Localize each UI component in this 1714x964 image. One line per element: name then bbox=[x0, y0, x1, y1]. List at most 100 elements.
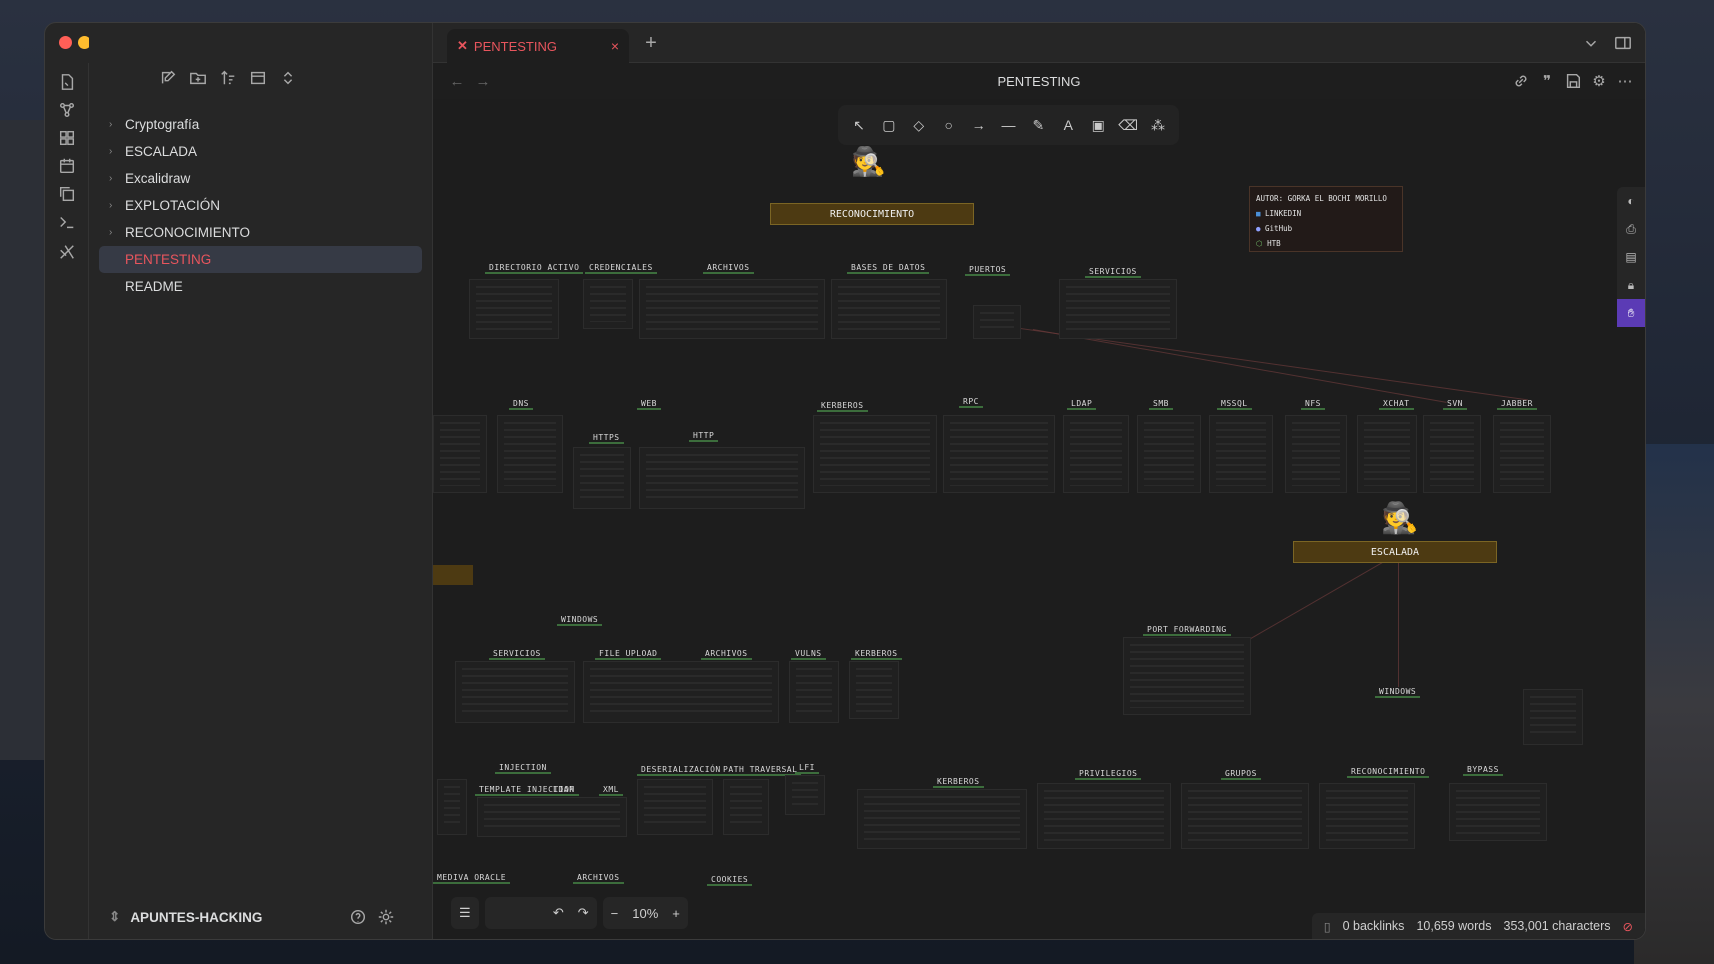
settings-gear-icon[interactable] bbox=[373, 904, 399, 930]
rectangle-tool-icon[interactable]: ▢ bbox=[877, 117, 901, 134]
copy-icon[interactable] bbox=[53, 181, 81, 207]
note-card[interactable] bbox=[1059, 279, 1177, 339]
note-card[interactable] bbox=[785, 775, 825, 815]
note-card[interactable] bbox=[497, 415, 563, 493]
forward-arrow-icon[interactable]: → bbox=[471, 69, 495, 93]
note-card[interactable] bbox=[1285, 415, 1347, 493]
zoom-in-icon[interactable]: + bbox=[672, 906, 680, 921]
diamond-tool-icon[interactable]: ◇ bbox=[907, 117, 931, 134]
note-card[interactable] bbox=[943, 415, 1055, 493]
save-icon[interactable] bbox=[1561, 69, 1585, 93]
note-card[interactable] bbox=[477, 797, 627, 837]
note-card[interactable] bbox=[1357, 415, 1417, 493]
grid-icon[interactable] bbox=[53, 125, 81, 151]
chevron-down-icon[interactable] bbox=[1579, 31, 1603, 55]
note-card[interactable] bbox=[433, 415, 487, 493]
terminal-icon[interactable] bbox=[53, 209, 81, 235]
note-card[interactable] bbox=[639, 279, 825, 339]
tree-folder-escalada[interactable]: › ESCALADA bbox=[99, 138, 422, 165]
note-card[interactable] bbox=[437, 779, 467, 835]
tree-file-readme[interactable]: README bbox=[99, 273, 422, 300]
zoom-level[interactable]: 10% bbox=[632, 906, 658, 921]
sync-status-icon[interactable]: ⊘ bbox=[1623, 919, 1633, 934]
reconocimiento-banner[interactable]: RECONOCIMIENTO bbox=[770, 203, 974, 225]
theme-icon[interactable]: ◐ bbox=[1617, 187, 1645, 215]
note-card[interactable] bbox=[857, 789, 1027, 849]
note-card[interactable] bbox=[637, 779, 713, 835]
note-card[interactable] bbox=[1523, 689, 1583, 745]
main-menu-button[interactable]: ☰ bbox=[451, 897, 479, 929]
note-card[interactable] bbox=[1449, 783, 1547, 841]
lock-icon[interactable]: 🔒︎ bbox=[1617, 271, 1645, 299]
redo-icon[interactable]: ↷ bbox=[578, 905, 589, 921]
sort-icon[interactable] bbox=[215, 65, 241, 91]
backlinks-count[interactable]: 0 backlinks bbox=[1343, 919, 1405, 933]
library-tool-icon[interactable]: ⁂ bbox=[1146, 117, 1170, 134]
expand-collapse-icon[interactable] bbox=[275, 65, 301, 91]
quote-icon[interactable]: ❞ bbox=[1535, 69, 1559, 93]
ellipse-tool-icon[interactable]: ○ bbox=[937, 117, 961, 133]
tree-file-pentesting[interactable]: PENTESTING bbox=[99, 246, 422, 273]
note-card[interactable] bbox=[789, 661, 839, 723]
note-card[interactable] bbox=[1137, 415, 1201, 493]
text-tool-icon[interactable]: A bbox=[1056, 117, 1080, 133]
tab-pentesting[interactable]: ✕ PENTESTING × bbox=[447, 29, 629, 63]
note-card[interactable] bbox=[973, 305, 1021, 339]
note-card[interactable] bbox=[469, 279, 559, 339]
collapse-view-icon[interactable] bbox=[245, 65, 271, 91]
tree-folder-excalidraw[interactable]: › Excalidraw bbox=[99, 165, 422, 192]
note-card[interactable] bbox=[573, 447, 631, 509]
help-icon[interactable] bbox=[345, 904, 371, 930]
note-card[interactable] bbox=[583, 661, 779, 723]
pencil-tool-icon[interactable]: ✎ bbox=[1026, 117, 1050, 134]
select-tool-icon[interactable]: ↖ bbox=[847, 117, 871, 134]
note-card[interactable] bbox=[1037, 783, 1171, 849]
excalidraw-icon[interactable] bbox=[53, 239, 81, 265]
arrow-tool-icon[interactable]: → bbox=[967, 117, 991, 133]
note-card[interactable] bbox=[1493, 415, 1551, 493]
note-card[interactable] bbox=[723, 779, 769, 835]
link-icon[interactable] bbox=[1509, 69, 1533, 93]
zoom-out-icon[interactable]: − bbox=[611, 906, 619, 921]
new-note-icon[interactable] bbox=[155, 65, 181, 91]
new-folder-icon[interactable] bbox=[185, 65, 211, 91]
line-tool-icon[interactable]: — bbox=[996, 117, 1020, 133]
close-window-button[interactable] bbox=[59, 36, 72, 49]
excalidraw-canvas[interactable]: ↖ ▢ ◇ ○ → — ✎ A ▣ ⌫ ⁂ 🕵 RECONOCIMIENTO 🕵… bbox=[433, 99, 1645, 939]
note-card[interactable] bbox=[1123, 637, 1251, 715]
calendar-icon[interactable] bbox=[53, 153, 81, 179]
note-card[interactable] bbox=[455, 661, 575, 723]
note-card[interactable] bbox=[583, 279, 633, 329]
note-card[interactable] bbox=[1209, 415, 1273, 493]
note-card[interactable] bbox=[1181, 783, 1309, 849]
new-tab-icon[interactable]: + bbox=[639, 31, 663, 55]
htb-link[interactable]: HTB bbox=[1267, 239, 1281, 248]
note-card[interactable] bbox=[1319, 783, 1415, 849]
export-icon[interactable]: ⎙ bbox=[1617, 215, 1645, 243]
github-link[interactable]: GitHub bbox=[1265, 224, 1292, 233]
linkedin-link[interactable]: LINKEDIN bbox=[1265, 209, 1301, 218]
escalada-banner[interactable]: ESCALADA bbox=[1293, 541, 1497, 563]
file-switch-icon[interactable] bbox=[53, 69, 81, 95]
note-card[interactable] bbox=[831, 279, 947, 339]
undo-icon[interactable]: ↶ bbox=[553, 905, 564, 921]
note-card[interactable] bbox=[1423, 415, 1481, 493]
library-icon[interactable]: ▤ bbox=[1617, 243, 1645, 271]
note-card[interactable] bbox=[813, 415, 937, 493]
tree-folder-reconocimiento[interactable]: › RECONOCIMIENTO bbox=[99, 219, 422, 246]
right-sidebar-toggle-icon[interactable] bbox=[1611, 31, 1635, 55]
graph-view-icon[interactable] bbox=[53, 97, 81, 123]
tree-folder-cryptografia[interactable]: › Cryptografía bbox=[99, 111, 422, 138]
note-card[interactable] bbox=[849, 661, 899, 719]
note-card[interactable] bbox=[1063, 415, 1129, 493]
hand-tool-icon[interactable]: ✋︎ bbox=[1617, 299, 1645, 327]
close-tab-icon[interactable]: × bbox=[611, 38, 619, 54]
more-options-icon[interactable]: ⋯ bbox=[1613, 69, 1637, 93]
tree-folder-explotacion[interactable]: › EXPLOTACIÓN bbox=[99, 192, 422, 219]
note-card[interactable] bbox=[639, 447, 805, 509]
obsidian-mode-icon[interactable]: ⚙ bbox=[1587, 69, 1611, 93]
eraser-tool-icon[interactable]: ⌫ bbox=[1116, 117, 1140, 134]
back-arrow-icon[interactable]: ← bbox=[445, 69, 469, 93]
author-card[interactable]: AUTOR: GORKA EL BOCHI MORILLO ■ LINKEDIN… bbox=[1249, 186, 1403, 252]
image-tool-icon[interactable]: ▣ bbox=[1086, 117, 1110, 134]
